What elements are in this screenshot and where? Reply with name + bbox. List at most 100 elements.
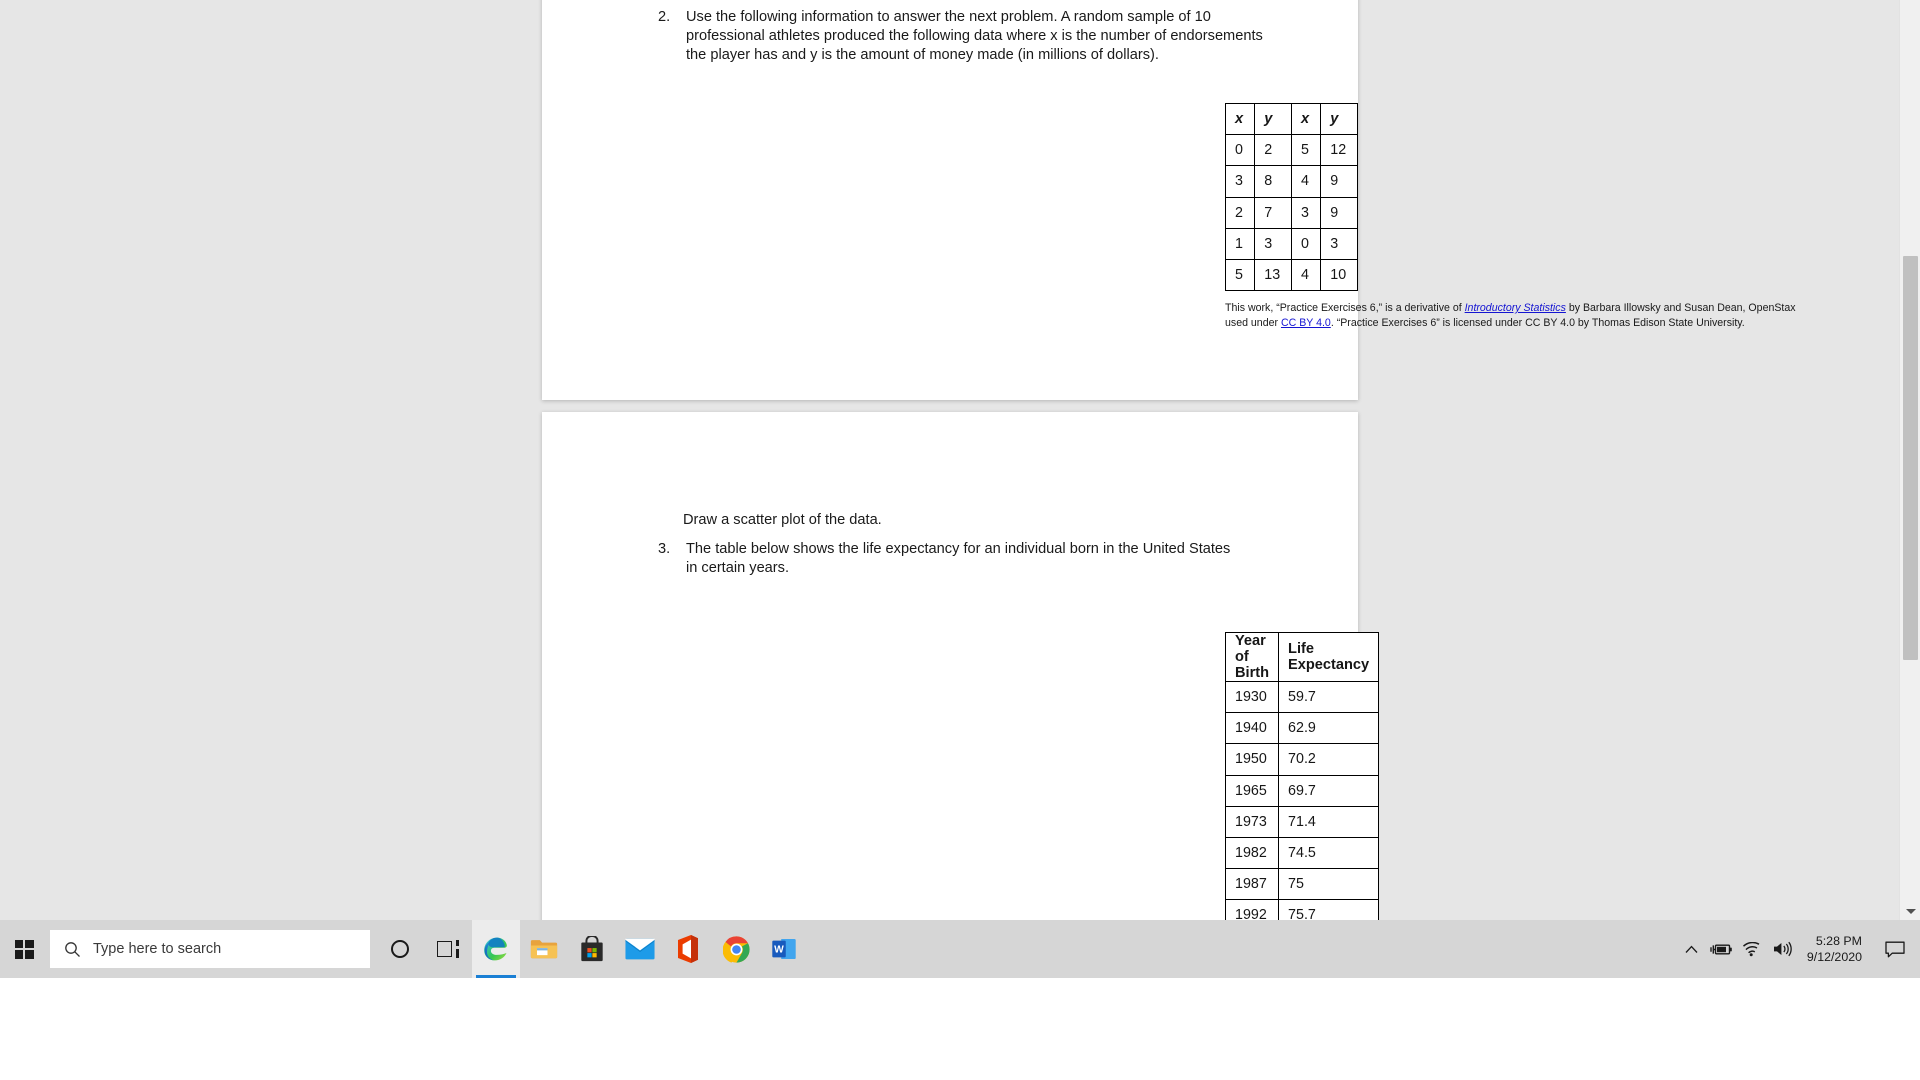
scroll-down-arrow-icon[interactable]: [1900, 904, 1920, 918]
notifications-icon[interactable]: [1876, 920, 1914, 978]
search-input[interactable]: Type here to search: [50, 930, 370, 968]
column-header-y1: y: [1254, 102, 1292, 136]
chrome-glyph: [722, 935, 750, 963]
table-row: 0 2 5 12: [1224, 134, 1358, 167]
table-cell: 5: [1224, 258, 1256, 292]
table-cell: 62.9: [1278, 712, 1380, 745]
table-row: 1982 74.5: [1224, 836, 1380, 870]
column-header-x1: x: [1224, 102, 1256, 136]
volume-icon[interactable]: [1767, 920, 1797, 978]
speaker-glyph: [1773, 941, 1792, 957]
network-icon[interactable]: [1737, 920, 1767, 978]
clock-date: 9/12/2020: [1806, 950, 1862, 964]
scatter-plot-instruction: Draw a scatter plot of the data.: [683, 512, 882, 528]
file-explorer-icon[interactable]: [520, 920, 568, 978]
speech-bubble-glyph: [1885, 941, 1905, 957]
table-cell: 75: [1278, 868, 1380, 901]
store-bag-glyph: [581, 936, 603, 962]
clock[interactable]: 5:28 PM 9/12/2020: [1797, 933, 1876, 965]
table-cell: 12: [1320, 134, 1358, 167]
table-row: 1 3 0 3: [1224, 227, 1358, 260]
table-cell: 1965: [1224, 774, 1280, 807]
scrollbar-thumb[interactable]: [1903, 256, 1918, 660]
table-header-row: x y x y: [1224, 102, 1358, 136]
column-header-y2: y: [1320, 102, 1358, 136]
google-chrome-icon[interactable]: [712, 920, 760, 978]
table-row: 2 7 3 9: [1224, 196, 1358, 229]
table-row: 1950 70.2: [1224, 743, 1380, 776]
table-row: 1987 75: [1224, 868, 1380, 901]
table-cell: 7: [1254, 196, 1292, 229]
table-cell: 2: [1224, 196, 1256, 229]
start-button[interactable]: [0, 920, 48, 978]
mail-icon[interactable]: [616, 920, 664, 978]
table-row: 1930 59.7: [1224, 680, 1380, 714]
attribution-text-part3: . “Practice Exercises 6” is licensed und…: [1330, 317, 1745, 330]
table-cell: 3: [1320, 227, 1358, 260]
table-cell: 1930: [1224, 680, 1280, 714]
table-cell: 1950: [1224, 743, 1280, 776]
table-row: 1992 75.7: [1224, 899, 1380, 920]
word-glyph: W: [772, 938, 796, 960]
clock-time: 5:28 PM: [1815, 934, 1862, 948]
table-cell: 9: [1320, 196, 1358, 229]
document-page-2: Draw a scatter plot of the data. 3. The …: [542, 412, 1380, 920]
microsoft-store-icon[interactable]: [568, 920, 616, 978]
table-row: 1940 62.9: [1224, 712, 1380, 745]
table-header-row: Year of Birth Life Expectancy: [1224, 632, 1380, 682]
task-view-icon[interactable]: [424, 920, 472, 978]
envelope-glyph: [625, 938, 655, 960]
table-cell: 10: [1320, 258, 1358, 292]
life-expectancy-table: Year of Birth Life Expectancy 1930 59.7 …: [1224, 632, 1380, 920]
battery-icon[interactable]: [1707, 920, 1737, 978]
table-cell: 9: [1320, 165, 1358, 198]
table-cell: 13: [1254, 258, 1292, 292]
table-cell: 70.2: [1278, 743, 1380, 776]
edge-glyph: [484, 937, 507, 961]
folder-glyph: [530, 940, 558, 959]
table-cell: 69.7: [1278, 774, 1380, 807]
table-cell: 2: [1254, 134, 1292, 167]
table-cell: 74.5: [1278, 836, 1380, 870]
column-header-life-expectancy: Life Expectancy: [1278, 632, 1380, 682]
introductory-statistics-link[interactable]: Introductory Statistics: [1465, 302, 1566, 314]
table-cell: 71.4: [1278, 805, 1380, 838]
cortana-icon[interactable]: [376, 920, 424, 978]
search-icon: [65, 941, 80, 957]
windows-logo-icon: [14, 939, 34, 959]
table-cell: 1987: [1224, 868, 1280, 901]
search-placeholder-text: Type here to search: [93, 941, 222, 957]
microsoft-word-icon[interactable]: W: [760, 920, 808, 978]
table-cell: 4: [1290, 258, 1322, 292]
attribution-text-part1: This work, “Practice Exercises 6,” is a …: [1225, 302, 1465, 314]
table-cell: 1940: [1224, 712, 1280, 745]
microsoft-office-icon[interactable]: [664, 920, 712, 978]
microsoft-edge-icon[interactable]: [472, 920, 520, 978]
document-viewer: 2. Use the following information to answ…: [0, 0, 1920, 920]
document-page-1: 2. Use the following information to answ…: [542, 0, 1796, 400]
column-header-year-of-birth: Year of Birth: [1224, 632, 1280, 682]
wifi-glyph: [1743, 941, 1760, 956]
table-cell: 5: [1290, 134, 1322, 167]
table-row: 1973 71.4: [1224, 805, 1380, 838]
question-3-number: 3.: [658, 541, 671, 557]
table-cell: 1992: [1224, 899, 1280, 920]
chevron-up-glyph: [1685, 945, 1698, 953]
table-cell: 1982: [1224, 836, 1280, 870]
table-cell: 4: [1290, 165, 1322, 198]
svg-text:W: W: [774, 944, 784, 955]
table-row: 1965 69.7: [1224, 774, 1380, 807]
vertical-scrollbar[interactable]: [1899, 0, 1920, 920]
question-2-number: 2.: [658, 9, 671, 25]
cc-by-license-link[interactable]: CC BY 4.0: [1281, 317, 1331, 329]
question-2-text: Use the following information to answer …: [686, 9, 1263, 63]
table-cell: 75.7: [1278, 899, 1380, 920]
show-hidden-icons-chevron-icon[interactable]: [1677, 920, 1707, 978]
question-3: 3. The table below shows the life expect…: [658, 540, 1238, 578]
windows-taskbar: Type here to search W 5:28 PM 9/12/2020: [0, 920, 1920, 978]
table-cell: 0: [1224, 134, 1256, 167]
table-row: 5 13 4 10: [1224, 258, 1358, 292]
question-2: 2. Use the following information to answ…: [658, 8, 1268, 65]
table-cell: 1973: [1224, 805, 1280, 838]
table-cell: 3: [1290, 196, 1322, 229]
